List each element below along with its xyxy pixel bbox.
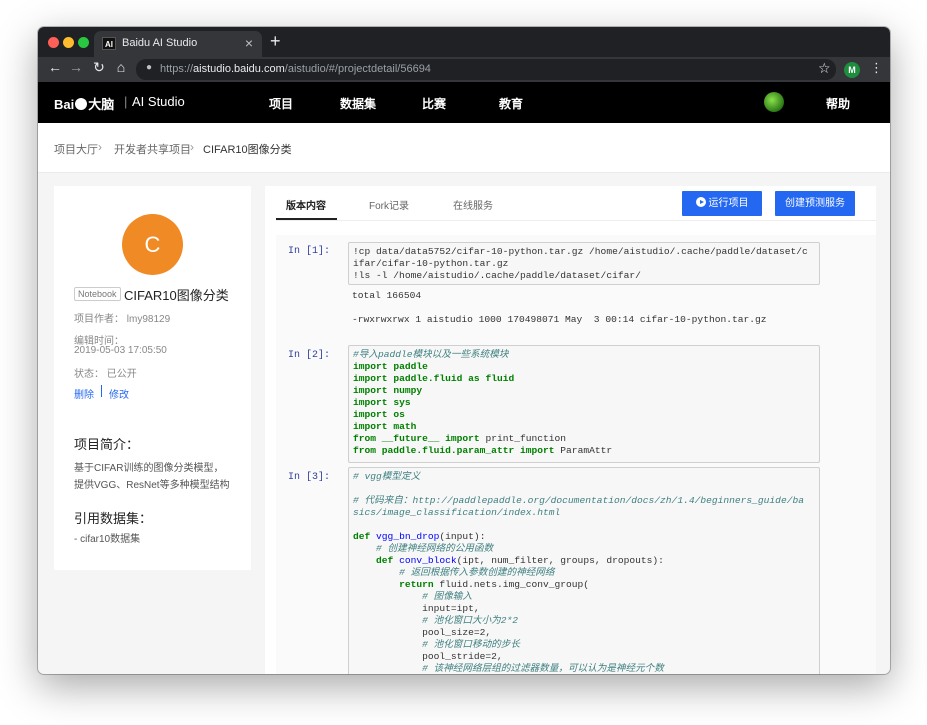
notebook-badge: Notebook <box>74 287 121 301</box>
edit-link[interactable]: 修改 <box>109 386 129 401</box>
intro-title: 项目简介： <box>74 437 140 452</box>
code-cell[interactable]: !cp data/data5752/cifar-10-python.tar.gz… <box>348 242 820 285</box>
tab-title: Baidu AI Studio <box>122 37 198 49</box>
tab-version-content[interactable]: 版本内容 <box>286 197 326 212</box>
reload-icon[interactable]: ↻ <box>90 59 108 76</box>
new-tab-button[interactable]: + <box>270 31 281 52</box>
baidu-logo[interactable]: Bai 大脑 <box>54 94 114 113</box>
tab-fork-records[interactable]: Fork记录 <box>369 197 409 212</box>
project-info-card: C Notebook CIFAR10图像分类 项目作者： lmy98129 编辑… <box>54 186 251 570</box>
nav-education[interactable]: 教育 <box>499 95 523 112</box>
paw-icon <box>75 98 88 110</box>
delete-link[interactable]: 删除 <box>74 386 94 401</box>
minimize-window-button[interactable] <box>63 37 74 48</box>
nav-datasets[interactable]: 数据集 <box>340 95 376 112</box>
breadcrumb-project-hall[interactable]: 项目大厅 <box>54 141 98 157</box>
browser-toolbar: ← → ↻ ⌂ ● https://aistudio.baidu.com/ais… <box>38 57 890 82</box>
intro-line: 基于CIFAR训练的图像分类模型， <box>74 463 224 474</box>
back-arrow-icon[interactable]: ← <box>46 59 64 75</box>
tab-favicon-icon: AI <box>102 37 116 50</box>
project-title: CIFAR10图像分类 <box>124 288 229 303</box>
tab-close-icon[interactable]: × <box>245 35 253 51</box>
site-header: Bai 大脑 | AI Studio 项目 数据集 比赛 教育 帮助 <box>38 82 890 123</box>
code-cell[interactable]: #导入paddle模块以及一些系统模块 import paddle import… <box>348 345 820 463</box>
game-globe-icon[interactable] <box>764 92 784 112</box>
tabs-divider <box>276 220 876 221</box>
forward-arrow-icon[interactable]: → <box>67 59 85 75</box>
create-prediction-service-button[interactable]: 创建预测服务 <box>775 191 855 216</box>
edit-time-value: 2019-05-03 17:05:50 <box>74 345 167 356</box>
logo-separator: | <box>124 94 128 109</box>
close-window-button[interactable] <box>48 37 59 48</box>
home-icon[interactable]: ⌂ <box>112 59 130 75</box>
cell-prompt: In [3]: <box>288 472 331 483</box>
address-bar[interactable]: ● https://aistudio.baidu.com/aistudio/#/… <box>136 59 836 80</box>
main-panel: 版本内容 Fork记录 在线服务 运行项目 创建预测服务 In [1]: !cp… <box>265 186 876 674</box>
breadcrumb-current: CIFAR10图像分类 <box>203 144 292 156</box>
cell-prompt: In [1]: <box>288 246 331 257</box>
bookmark-star-icon[interactable]: ☆ <box>818 60 831 77</box>
project-avatar: C <box>122 214 183 275</box>
notebook-area: In [1]: !cp data/data5752/cifar-10-pytho… <box>276 235 876 674</box>
lock-icon: ● <box>146 62 153 73</box>
tab-strip: AI Baidu AI Studio × + <box>38 27 890 57</box>
breadcrumb: 项目大厅 › 开发者共享项目 › CIFAR10图像分类 <box>38 123 890 173</box>
profile-avatar[interactable]: M <box>844 62 860 78</box>
cell-prompt: In [2]: <box>288 350 331 361</box>
ai-studio-label[interactable]: AI Studio <box>132 94 185 109</box>
run-project-button[interactable]: 运行项目 <box>682 191 762 216</box>
intro-line: 提供VGG、ResNet等多种模型结构 <box>74 480 230 491</box>
browser-tab[interactable]: AI Baidu AI Studio × <box>94 31 262 57</box>
project-author: 项目作者： lmy98129 <box>74 314 171 325</box>
dataset-item[interactable]: - cifar10数据集 <box>74 530 140 545</box>
code-cell[interactable]: # vgg模型定义 # 代码来自：http://paddlepaddle.org… <box>348 467 820 674</box>
cell-output: total 166504 -rwxrwxrwx 1 aistudio 1000 … <box>352 290 767 325</box>
maximize-window-button[interactable] <box>78 37 89 48</box>
browser-menu-icon[interactable]: ⋮ <box>870 60 883 76</box>
nav-projects[interactable]: 项目 <box>269 95 293 112</box>
nav-competitions[interactable]: 比赛 <box>422 95 446 112</box>
chevron-right-icon: › <box>98 140 102 154</box>
chevron-right-icon: › <box>190 140 194 154</box>
tab-online-service[interactable]: 在线服务 <box>453 197 493 212</box>
breadcrumb-shared-projects[interactable]: 开发者共享项目 <box>114 141 191 157</box>
browser-window: AI Baidu AI Studio × + ← → ↻ ⌂ ● https:/… <box>38 27 890 674</box>
play-icon <box>695 197 706 207</box>
url-text: https://aistudio.baidu.com/aistudio/#/pr… <box>160 63 431 75</box>
project-status: 状态： 已公开 <box>74 369 137 380</box>
datasets-title: 引用数据集： <box>74 511 153 526</box>
nav-help[interactable]: 帮助 <box>826 95 850 112</box>
link-divider <box>101 385 102 397</box>
